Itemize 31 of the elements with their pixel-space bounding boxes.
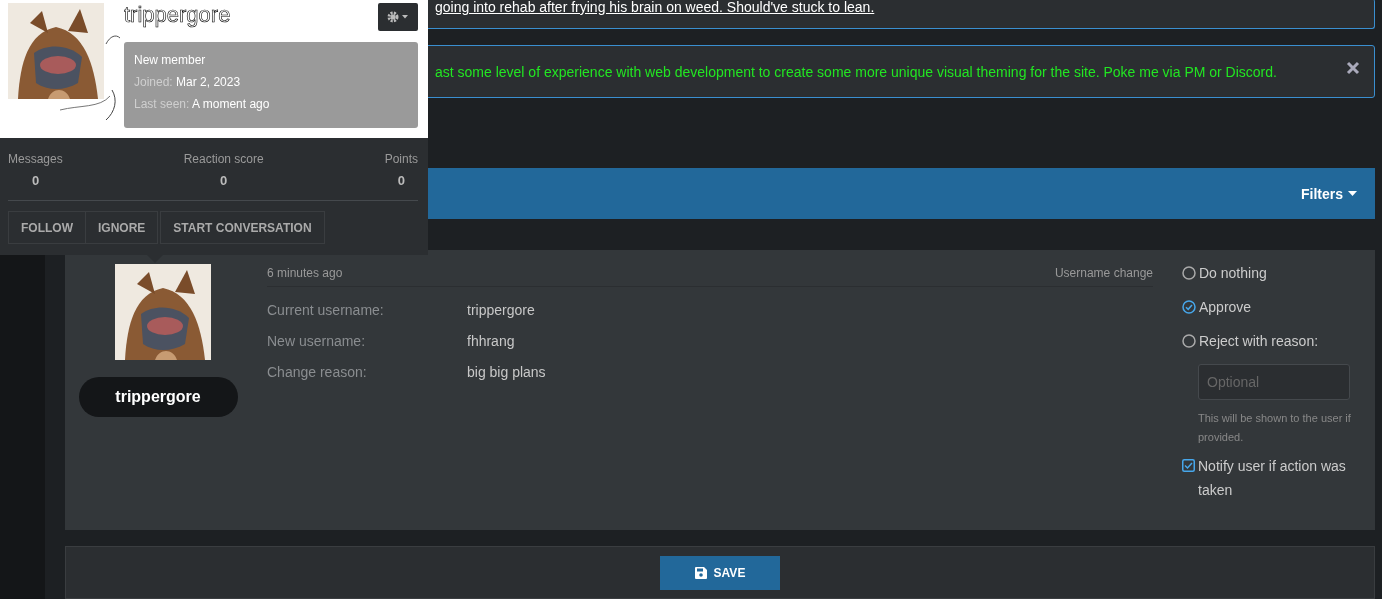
notify-checkbox[interactable]: Notify user if action was taken xyxy=(1182,454,1362,503)
field-label: New username: xyxy=(267,333,367,350)
radio-option[interactable]: Do nothing xyxy=(1182,264,1362,283)
save-button[interactable]: SAVE xyxy=(660,555,780,590)
filters-button[interactable]: Filters xyxy=(1301,185,1357,202)
hint-text: This will be shown to the user if provided. xyxy=(1198,411,1352,446)
stat-value: 0 xyxy=(397,173,405,188)
field-value: fhhrang xyxy=(467,333,515,350)
notice-link[interactable]: going into rehab after frying his brain on weed. Should've stuck to lean. xyxy=(435,0,875,15)
reason-field[interactable]: Optional xyxy=(1198,364,1350,401)
timestamp: 6 minutes ago xyxy=(267,266,343,281)
field-value: trippergore xyxy=(467,302,535,319)
username-badge[interactable]: trippergore xyxy=(78,377,238,418)
field-label: Change reason: xyxy=(267,364,368,381)
request-type: Username change xyxy=(1054,266,1153,281)
close-icon[interactable] xyxy=(1346,60,1360,75)
field-value: big big plans xyxy=(467,364,546,381)
stat-label: Points xyxy=(384,152,418,166)
action-button[interactable]: FOLLOW xyxy=(8,211,86,244)
stat-label: Messages xyxy=(8,152,63,166)
field-label: Current username: xyxy=(267,302,385,319)
radio-option[interactable]: Approve xyxy=(1182,298,1362,317)
save-icon xyxy=(694,566,707,579)
notice-text: ast some level of experience with web development to create some more unique visual theming for the site. Poke me via PM or Discord. xyxy=(435,63,1277,80)
stat-value: 0 xyxy=(220,173,228,188)
stat-value: 0 xyxy=(32,173,40,188)
caret-icon xyxy=(1348,190,1357,197)
action-button[interactable]: IGNORE xyxy=(86,211,159,244)
radio-option[interactable]: Reject with reason: xyxy=(1182,332,1362,351)
stat-label: Reaction score xyxy=(183,152,264,166)
action-button[interactable]: START CONVERSATION xyxy=(160,211,325,244)
